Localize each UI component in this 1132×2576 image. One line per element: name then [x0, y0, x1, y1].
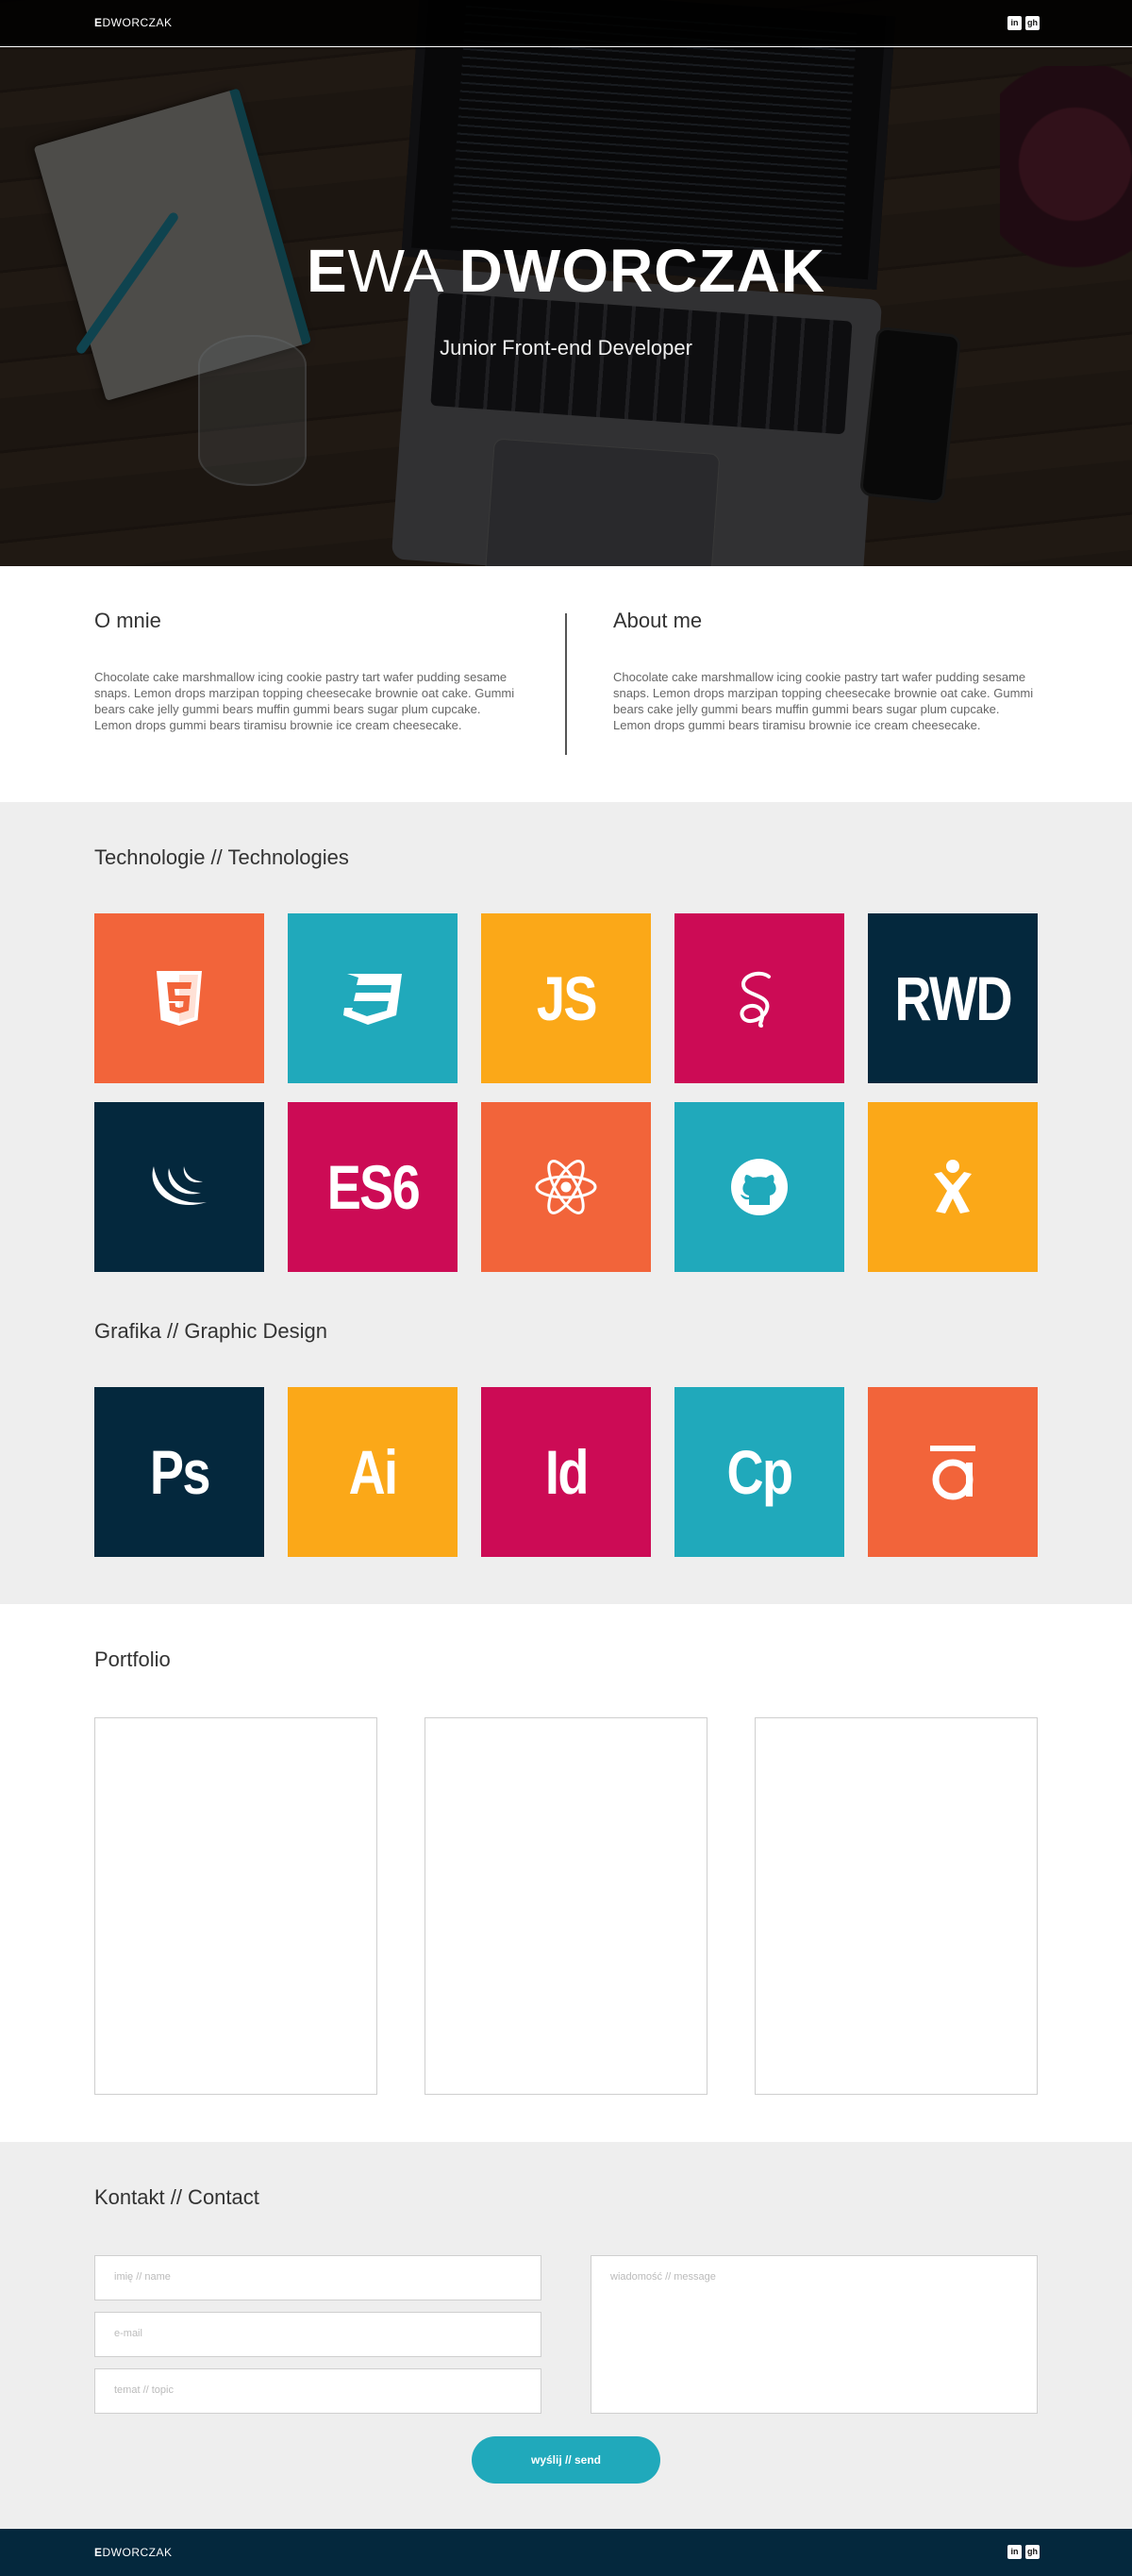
tile-rwd: RWD: [868, 913, 1038, 1083]
ae-a-icon: [930, 1446, 975, 1500]
about-en-title: About me: [613, 609, 703, 632]
technologies-title: Technologie // Technologies: [94, 845, 349, 869]
about-en: About me Chocolate cake marshmallow icin…: [613, 609, 1038, 733]
tile-indesign: Id: [481, 1387, 651, 1557]
github-icon[interactable]: gh: [1025, 16, 1040, 30]
portfolio-card[interactable]: [755, 1717, 1038, 2095]
tile-photoshop: Ps: [94, 1387, 264, 1557]
github-icon: [731, 1159, 788, 1215]
about-en-text: Chocolate cake marshmallow icing cookie …: [613, 670, 1034, 732]
sass-icon: [740, 971, 771, 1028]
footer: EDWORCZAK in gh: [0, 2529, 1132, 2576]
html5-icon: [157, 971, 202, 1026]
linkedin-icon[interactable]: in: [1007, 16, 1022, 30]
message-field[interactable]: wiadomość // message: [591, 2255, 1038, 2414]
tile-illustrator: Ai: [288, 1387, 458, 1557]
send-button[interactable]: wyślij // send: [472, 2436, 660, 2484]
about-pl-text: Chocolate cake marshmallow icing cookie …: [94, 670, 515, 732]
nav-social-links: in gh: [1007, 16, 1040, 30]
tile-a-logo: [868, 1387, 1038, 1557]
tile-react: [481, 1102, 651, 1272]
hero-section: EWA DWORCZAK Junior Front-end Developer: [0, 0, 1132, 566]
tile-html5: [94, 913, 264, 1083]
jquery-icon: [152, 1166, 207, 1206]
linkedin-icon[interactable]: in: [1007, 2545, 1022, 2559]
about-divider: [565, 613, 567, 755]
tile-es6: ES6: [288, 1102, 458, 1272]
footer-logo[interactable]: EDWORCZAK: [94, 2546, 173, 2559]
technologies-section: Technologie // Technologies JS RWD ES6 G…: [0, 802, 1132, 1604]
topic-field[interactable]: temat // topic: [94, 2368, 541, 2414]
nav-logo[interactable]: EDWORCZAK: [94, 16, 173, 29]
portfolio-section: Portfolio: [0, 1604, 1132, 2142]
github-icon[interactable]: gh: [1025, 2545, 1040, 2559]
contact-title: Kontakt // Contact: [94, 2185, 259, 2209]
portfolio-card[interactable]: [94, 1717, 377, 2095]
name-field[interactable]: imię // name: [94, 2255, 541, 2300]
tile-sass: [674, 913, 844, 1083]
email-field[interactable]: e-mail: [94, 2312, 541, 2357]
about-section: O mnie Chocolate cake marshmallow icing …: [0, 566, 1132, 802]
tile-jquery: [94, 1102, 264, 1272]
about-pl: O mnie Chocolate cake marshmallow icing …: [94, 609, 519, 733]
hero-subtitle: Junior Front-end Developer: [440, 336, 692, 360]
about-pl-title: O mnie: [94, 609, 161, 632]
top-nav: EDWORCZAK in gh: [0, 0, 1132, 47]
tile-github: [674, 1102, 844, 1272]
tile-css3: [288, 913, 458, 1083]
portfolio-card[interactable]: [424, 1717, 708, 2095]
graphic-title: Grafika // Graphic Design: [94, 1319, 327, 1343]
css3-icon: [343, 974, 402, 1025]
tile-captivate: Cp: [674, 1387, 844, 1557]
jasmine-icon: [934, 1160, 972, 1213]
tile-js: JS: [481, 913, 651, 1083]
footer-social-links: in gh: [1007, 2545, 1040, 2559]
hero-title: EWA DWORCZAK: [306, 237, 826, 305]
tile-jasmine: [868, 1102, 1038, 1272]
react-icon: [535, 1160, 597, 1214]
contact-section: Kontakt // Contact imię // name e-mail t…: [0, 2142, 1132, 2529]
portfolio-title: Portfolio: [94, 1648, 171, 1671]
